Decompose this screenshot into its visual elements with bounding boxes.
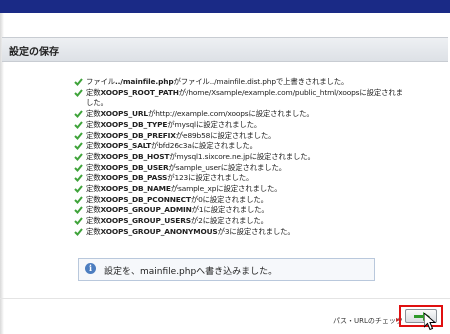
message-subject: XOOPS_DB_USER (100, 162, 169, 172)
message-subject: XOOPS_DB_TYPE (100, 119, 168, 129)
message-value: e89b58 (183, 130, 211, 140)
message-suffix: に設定されました。 (216, 184, 282, 194)
checkmark-icon (74, 228, 83, 236)
message-prefix: 定数 (86, 141, 101, 151)
message-item: 定数XOOPS_SALTがbfd26c3aに設定されました。 (74, 141, 404, 152)
info-icon: i (85, 263, 96, 274)
section-title: 設定の保存 (9, 47, 59, 58)
message-subject: XOOPS_DB_HOST (100, 151, 170, 161)
message-prefix: 定数 (86, 119, 101, 129)
message-prefix: 定数 (86, 216, 101, 226)
message-value: mysql1.sixcore.ne.jp (176, 151, 250, 161)
message-item: 定数XOOPS_GROUP_USERSが2に設定されました。 (74, 216, 404, 227)
message-item: 定数XOOPS_DB_PREFIXがe89b58に設定されました。 (74, 131, 404, 142)
message-suffix: で上書きされました。 (275, 77, 349, 86)
checkmark-icon (74, 153, 83, 161)
message-subject: XOOPS_URL (100, 109, 148, 119)
message-value: sample_user (175, 162, 221, 172)
checkmark-icon (74, 78, 83, 86)
checkmark-icon (74, 185, 83, 194)
message-suffix: に設定されました。 (188, 173, 254, 183)
message-item: ファイル../mainfile.phpがファイル../mainfile.dist… (74, 77, 404, 88)
message-subject: XOOPS_SALT (100, 141, 151, 151)
message-item: 定数XOOPS_DB_TYPEがmysqlに設定されました。 (74, 120, 404, 131)
message-value: sample_xp (178, 184, 217, 194)
message-prefix: 定数 (86, 173, 101, 183)
checkmark-icon (74, 163, 83, 172)
message-prefix: 定数 (86, 194, 101, 204)
message-connector: が (167, 119, 175, 129)
message-item: 定数XOOPS_ROOT_PATHが/home/Xsample/example.… (74, 88, 404, 109)
message-suffix: に設定されました。 (248, 109, 314, 119)
message-suffix: に設定されました。 (210, 130, 276, 140)
message-prefix: 定数 (86, 205, 101, 215)
message-suffix: に設定されました。 (202, 216, 268, 226)
message-connector: がファイル (173, 77, 210, 86)
message-connector: が (168, 162, 176, 172)
message-subject: XOOPS_GROUP_ADMIN (100, 205, 192, 215)
message-item: 定数XOOPS_URLがhttp://example.com/xoopsに設定さ… (74, 109, 404, 120)
message-item: 定数XOOPS_DB_NAMEがsample_xpに設定されました。 (74, 184, 404, 195)
next-step-label[interactable]: パス・URLのチェック (333, 316, 403, 326)
checkmark-icon (74, 142, 83, 151)
message-item: 定数XOOPS_GROUP_ANONYMOUSが3に設定されました。 (74, 227, 404, 238)
message-subject: XOOPS_GROUP_USERS (100, 216, 191, 226)
message-suffix: に設定されました。 (195, 119, 262, 129)
checkmark-icon (74, 131, 83, 140)
message-value: 123 (174, 173, 189, 183)
message-value: ../mainfile.dist.php (209, 77, 276, 86)
message-prefix: 定数 (86, 184, 101, 194)
footer-divider (0, 298, 450, 299)
message-subject: XOOPS_DB_NAME (100, 184, 171, 194)
message-prefix: ファイル (86, 77, 115, 86)
message-prefix: 定数 (86, 130, 101, 140)
message-prefix: 定数 (86, 109, 101, 119)
message-connector: が (191, 205, 199, 215)
message-value: mysql (174, 119, 197, 129)
message-connector: が (217, 226, 225, 236)
checkmark-icon (74, 196, 83, 204)
info-text: 設定を、mainfile.phpへ書き込みました。 (104, 267, 278, 277)
message-item: 定数XOOPS_DB_PCONNECTが0に設定されました。 (74, 195, 404, 206)
message-prefix: 定数 (86, 87, 101, 97)
checkmark-icon (74, 206, 83, 215)
message-item: 定数XOOPS_DB_PASSが123に設定されました。 (74, 173, 404, 184)
message-suffix: に設定されました。 (229, 226, 295, 236)
mouse-cursor-icon (424, 313, 436, 331)
message-connector: が (169, 151, 177, 161)
message-subject: ../mainfile.php (114, 77, 174, 86)
message-suffix: に設定されました。 (203, 205, 269, 215)
checkmark-icon (74, 110, 83, 119)
message-connector: が (178, 87, 187, 97)
message-value: bfd26c3a (158, 141, 192, 151)
message-subject: XOOPS_DB_PASS (100, 173, 168, 183)
message-value: http://example.com/xoops (155, 109, 249, 119)
checkmark-icon (74, 217, 83, 226)
message-value: /home/Xsample/example.com/public_html/xo… (186, 87, 360, 97)
info-box: i 設定を、mainfile.phpへ書き込みました。 (78, 258, 375, 281)
message-connector: が (190, 194, 199, 204)
message-suffix: に設定されました。 (220, 162, 286, 172)
message-prefix: 定数 (86, 162, 101, 172)
message-subject: XOOPS_DB_PCONNECT (100, 194, 191, 204)
message-suffix: に設定されました。 (202, 194, 268, 204)
message-connector: が (175, 130, 184, 140)
checkmark-icon (74, 89, 83, 97)
message-item: 定数XOOPS_DB_HOSTがmysql1.sixcore.ne.jpに設定さ… (74, 152, 404, 163)
checkmark-icon (74, 174, 83, 183)
message-item: 定数XOOPS_DB_USERがsample_userに設定されました。 (74, 163, 404, 174)
message-subject: XOOPS_DB_PREFIX (100, 130, 176, 140)
message-subject: XOOPS_ROOT_PATH (100, 87, 179, 97)
result-message-list: ファイル../mainfile.phpがファイル../mainfile.dist… (74, 77, 404, 238)
message-suffix: に設定されました。 (191, 141, 257, 151)
checkmark-icon (74, 121, 83, 129)
message-prefix: 定数 (86, 226, 101, 236)
message-connector: が (170, 184, 178, 194)
message-item: 定数XOOPS_GROUP_ADMINが1に設定されました。 (74, 205, 404, 216)
window-top-bar (0, 0, 450, 13)
section-header: 設定の保存 (2, 37, 448, 62)
message-prefix: 定数 (86, 151, 101, 161)
message-subject: XOOPS_GROUP_ANONYMOUS (100, 226, 218, 236)
message-suffix: に設定されました。 (249, 151, 315, 161)
